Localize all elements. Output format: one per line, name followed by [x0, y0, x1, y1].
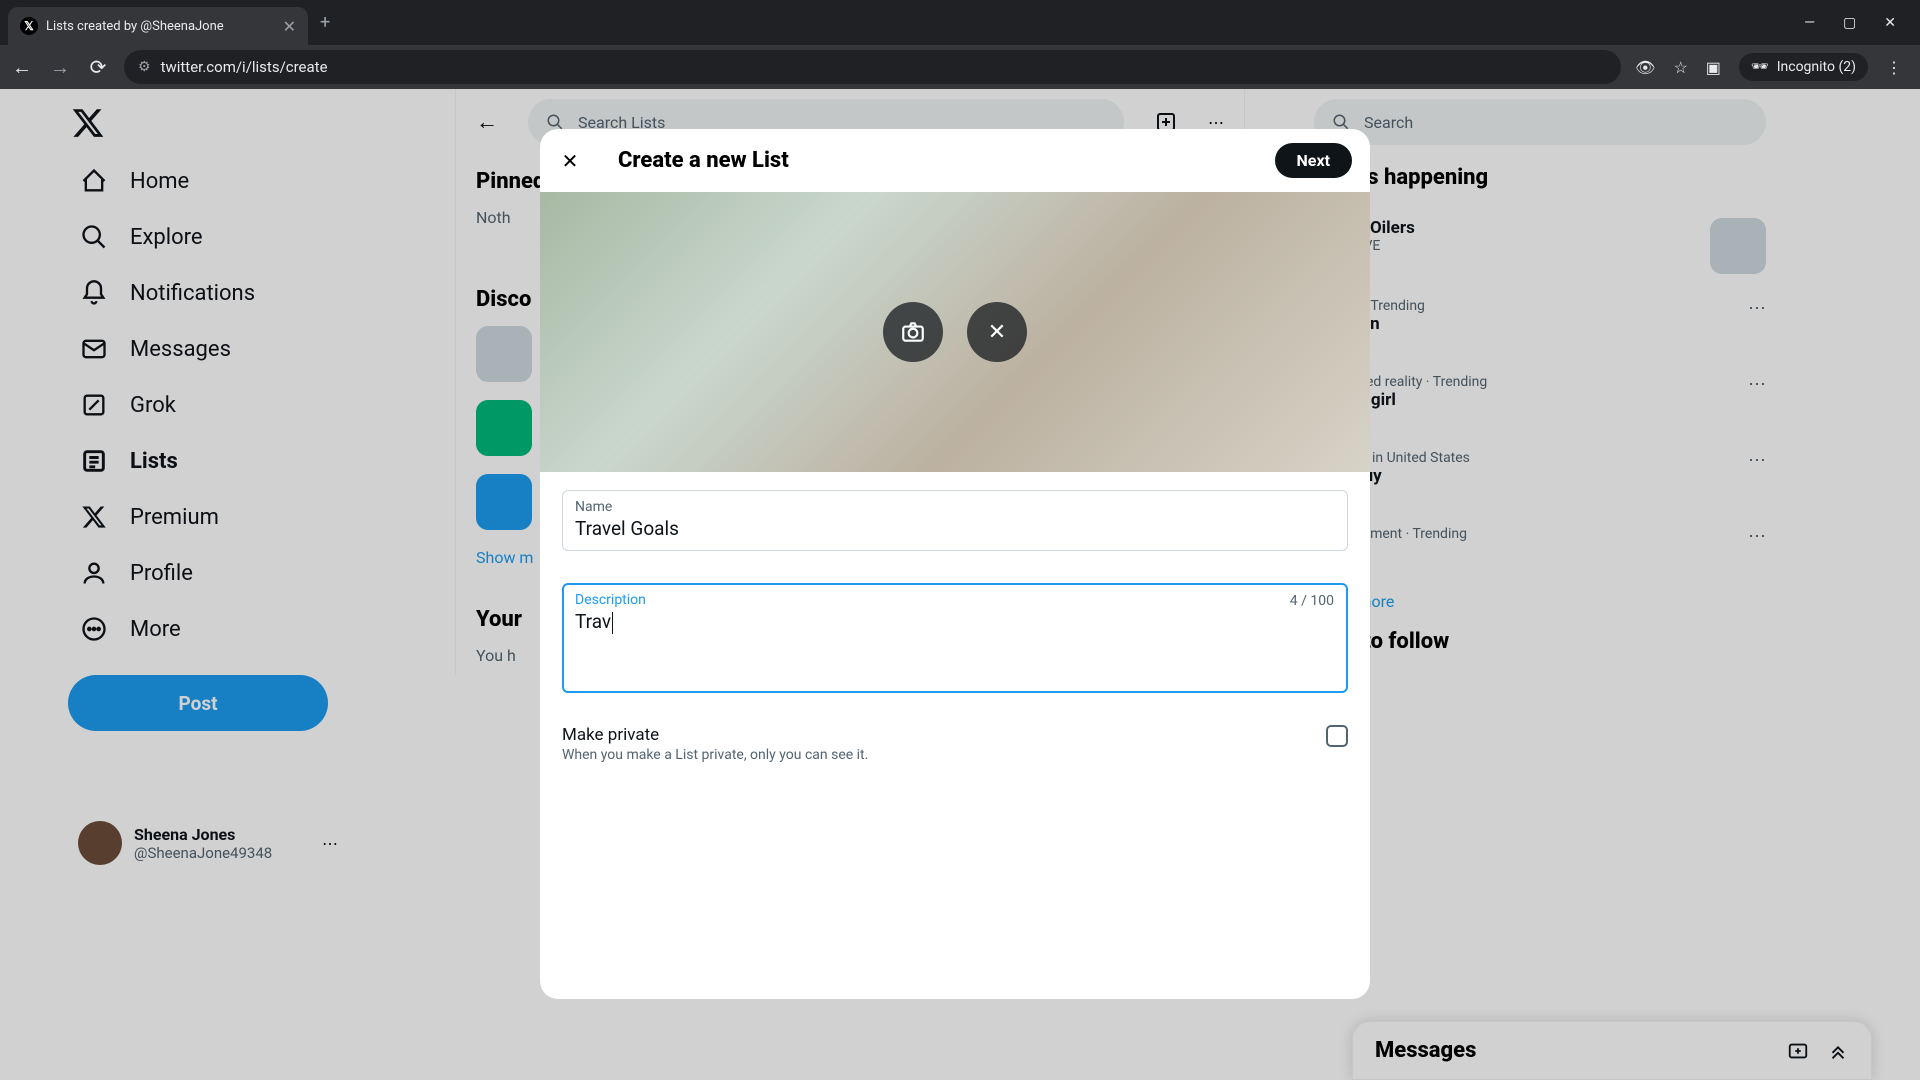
kebab-menu-icon[interactable]: ⋮ [1886, 58, 1902, 77]
tab-close-icon[interactable]: ✕ [283, 17, 296, 36]
address-bar[interactable]: ⚙ twitter.com/i/lists/create [124, 50, 1621, 84]
char-counter: 4 / 100 [1290, 593, 1334, 609]
make-private-checkbox[interactable] [1326, 725, 1348, 747]
browser-toolbar: ← → ⟳ ⚙ twitter.com/i/lists/create 👁 ☆ ▣… [0, 45, 1920, 89]
back-button[interactable]: ← [10, 55, 34, 80]
incognito-label: Incognito (2) [1777, 59, 1856, 75]
bookmark-star-icon[interactable]: ☆ [1673, 58, 1687, 77]
browser-tab[interactable]: 𝕏 Lists created by @SheenaJone ✕ [8, 7, 308, 45]
site-info-icon[interactable]: ⚙ [138, 59, 151, 75]
eye-off-icon[interactable]: 👁 [1635, 58, 1655, 77]
x-favicon-icon: 𝕏 [20, 17, 38, 35]
banner-image: ✕ [540, 192, 1370, 472]
close-icon: ✕ [988, 320, 1006, 345]
incognito-icon: 🕶 [1751, 59, 1769, 75]
new-tab-button[interactable]: + [320, 12, 330, 33]
description-input[interactable]: Trav [575, 610, 1335, 682]
incognito-badge[interactable]: 🕶 Incognito (2) [1739, 53, 1868, 81]
text-cursor [612, 612, 613, 634]
tab-bar: 𝕏 Lists created by @SheenaJone ✕ + ― ▢ ✕ [0, 0, 1920, 45]
close-window-button[interactable]: ✕ [1884, 15, 1896, 31]
make-private-sub: When you make a List private, only you c… [562, 747, 868, 763]
description-field[interactable]: Description 4 / 100 Trav [562, 583, 1348, 693]
remove-photo-button[interactable]: ✕ [967, 302, 1027, 362]
make-private-label: Make private [562, 725, 868, 745]
panel-icon[interactable]: ▣ [1706, 58, 1721, 77]
camera-icon [900, 319, 926, 345]
next-button[interactable]: Next [1275, 143, 1352, 178]
description-value: Trav [575, 610, 611, 633]
minimize-button[interactable]: ― [1804, 15, 1815, 31]
close-icon[interactable]: ✕ [558, 149, 582, 173]
forward-button[interactable]: → [48, 55, 72, 80]
field-label: Name [575, 499, 1335, 515]
name-input[interactable] [575, 517, 1335, 540]
tab-title: Lists created by @SheenaJone [46, 19, 224, 34]
window-controls: ― ▢ ✕ [1804, 15, 1912, 31]
add-photo-button[interactable] [883, 302, 943, 362]
maximize-button[interactable]: ▢ [1843, 15, 1856, 31]
modal-title: Create a new List [618, 148, 789, 173]
next-button-label: Next [1297, 151, 1330, 170]
field-label: Description [575, 592, 1335, 608]
reload-button[interactable]: ⟳ [86, 55, 110, 79]
create-list-modal: ✕ Create a new List Next ✕ Name Descript… [540, 129, 1370, 999]
url-text: twitter.com/i/lists/create [161, 58, 328, 76]
name-field[interactable]: Name [562, 490, 1348, 551]
